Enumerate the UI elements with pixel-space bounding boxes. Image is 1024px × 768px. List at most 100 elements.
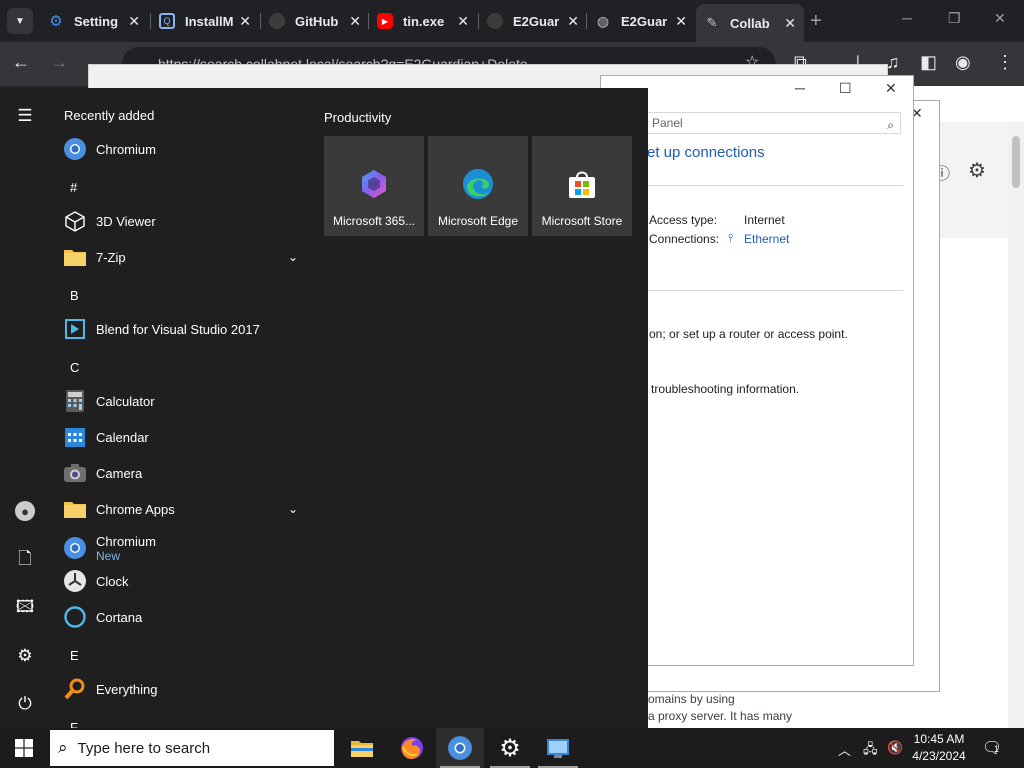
setup-connections-link[interactable]: et up connections [647, 144, 765, 161]
notification-center-icon[interactable]: 🗨 [982, 738, 1002, 758]
pictures-icon[interactable]: 🖾 [14, 597, 36, 619]
side-panel-icon[interactable]: ◧ [920, 52, 937, 73]
taskbar-file-explorer[interactable] [338, 728, 386, 768]
app-7zip-folder[interactable]: 7-Zip ⌄ [62, 240, 302, 274]
start-menu-rail: ☰ ● 🗋 🖾 ⚙ ⏻ [0, 88, 50, 728]
youtube-icon: ▶ [377, 13, 393, 29]
github-icon [487, 13, 503, 29]
taskbar: ⌕ Type here to search ⚙ ︿ 🖧 🔇 10:45 AM 4… [0, 728, 1024, 768]
taskbar-clock[interactable]: 10:45 AM 4/23/2024 [906, 731, 972, 765]
app-clock[interactable]: Clock [62, 564, 302, 598]
camera-icon [62, 460, 88, 486]
gear-icon: ⚙ [49, 13, 63, 30]
tile-microsoft-store[interactable]: Microsoft Store [532, 136, 632, 236]
taskbar-search-box[interactable]: ⌕ Type here to search [50, 730, 334, 766]
profile-icon[interactable]: ◉ [955, 52, 971, 73]
tile-microsoft-365[interactable]: Microsoft 365... [324, 136, 424, 236]
close-icon[interactable]: ✕ [784, 15, 796, 32]
restore-button[interactable]: ❐ [948, 10, 961, 27]
tab-collab-active[interactable]: ✎ Collab ✕ [696, 4, 804, 42]
chevron-up-icon[interactable]: ︿ [838, 740, 851, 759]
close-icon[interactable]: ✕ [567, 13, 579, 30]
access-type-value: Internet [744, 213, 785, 227]
chromium-icon [62, 535, 88, 561]
maximize-button[interactable]: ☐ [839, 80, 852, 97]
app-everything[interactable]: Everything [62, 672, 302, 706]
new-tab-button[interactable]: + [810, 10, 822, 33]
m365-icon [356, 166, 392, 202]
tab-title: E2Guar [513, 13, 560, 29]
tab-installm[interactable]: Q InstallM ✕ [151, 6, 259, 36]
minimize-button[interactable]: ─ [795, 80, 805, 96]
app-calculator[interactable]: Calculator [62, 384, 302, 418]
taskbar-firefox[interactable] [388, 728, 436, 768]
folder-icon [62, 496, 88, 522]
browser-tab-strip: ▼ ⚙ Setting ✕ Q InstallM ✕ GitHub ✕ ▶ ti… [0, 0, 1024, 42]
tab-youtube[interactable]: ▶ tin.exe ✕ [369, 6, 477, 36]
close-icon[interactable]: ✕ [457, 13, 469, 30]
user-icon[interactable]: ● [14, 500, 36, 522]
gear-icon[interactable]: ⚙ [968, 158, 986, 183]
new-badge: New [96, 548, 121, 563]
menu-icon[interactable]: ⋮ [996, 52, 1014, 73]
tab-search-button[interactable]: ▼ [7, 8, 33, 34]
forward-button[interactable]: → [50, 52, 68, 73]
chromium-icon [62, 136, 88, 162]
section-letter[interactable]: C [70, 360, 79, 375]
close-icon[interactable]: ✕ [239, 13, 251, 30]
edge-icon [460, 166, 496, 202]
app-chromium-new[interactable]: Chromium New [62, 528, 302, 568]
section-letter[interactable]: B [70, 288, 79, 303]
app-chromium-recent[interactable]: Chromium [62, 132, 302, 166]
tab-settings[interactable]: ⚙ Setting ✕ [40, 6, 148, 36]
app-3d-viewer[interactable]: 3D Viewer [62, 204, 302, 238]
back-button[interactable]: ← [12, 52, 30, 73]
settings-icon[interactable]: ⚙ [14, 645, 36, 667]
app-cortana[interactable]: Cortana [62, 600, 302, 634]
window-close-button[interactable]: ✕ [994, 10, 1006, 27]
webpage-scrollbar[interactable] [1008, 122, 1024, 728]
start-button[interactable] [0, 728, 48, 768]
tile-microsoft-edge[interactable]: Microsoft Edge [428, 136, 528, 236]
taskbar-chromium[interactable] [436, 728, 484, 768]
access-type-label: Access type: [649, 213, 718, 227]
tab-github[interactable]: GitHub ✕ [261, 6, 369, 36]
control-panel-search[interactable]: Panel ⌕ [647, 112, 901, 134]
app-camera[interactable]: Camera [62, 456, 302, 490]
ethernet-link[interactable]: Ethernet [744, 232, 789, 246]
hamburger-menu-icon[interactable]: ☰ [14, 105, 36, 127]
section-letter[interactable]: F [70, 720, 78, 728]
search-icon: ⌕ [58, 738, 68, 757]
install-icon: Q [159, 13, 175, 29]
minimize-button[interactable]: ─ [902, 10, 912, 26]
app-calendar[interactable]: Calendar [62, 420, 302, 454]
app-chrome-apps-folder[interactable]: Chrome Apps ⌄ [62, 492, 302, 526]
close-icon[interactable]: ✕ [128, 13, 140, 30]
close-button[interactable]: ✕ [885, 80, 897, 97]
file-explorer-icon [351, 741, 373, 757]
app-blend[interactable]: Blend for Visual Studio 2017 [62, 312, 302, 346]
close-icon[interactable]: ✕ [349, 13, 361, 30]
power-icon[interactable]: ⏻ [14, 693, 36, 715]
section-letter[interactable]: E [70, 648, 79, 663]
section-letter[interactable]: # [70, 180, 77, 195]
taskbar-settings[interactable]: ⚙ [486, 728, 534, 768]
tab-title: Setting [74, 13, 119, 29]
recently-added-heading: Recently added [64, 108, 155, 123]
taskbar-control-panel[interactable] [534, 728, 582, 768]
troubleshoot-description: troubleshooting information. [651, 382, 800, 396]
media-icon[interactable]: ♫ [886, 52, 900, 73]
volume-muted-icon[interactable]: 🔇 [887, 740, 903, 756]
tab-e2guardian-site[interactable]: ◍ E2Guar ✕ [587, 6, 695, 36]
github-icon [269, 13, 285, 29]
network-icon[interactable]: 🖧 [863, 740, 878, 762]
blend-icon [62, 316, 88, 342]
clock-icon [62, 568, 88, 594]
start-menu: ☰ ● 🗋 🖾 ⚙ ⏻ Recently added Chromium # 3D… [0, 88, 648, 728]
firefox-icon [401, 737, 423, 759]
documents-icon[interactable]: 🗋 [14, 549, 36, 571]
close-icon[interactable]: ✕ [675, 13, 687, 30]
tab-title: InstallM [185, 13, 234, 29]
chevron-down-icon: ⌄ [287, 250, 298, 264]
tab-e2guardian-github[interactable]: E2Guar ✕ [479, 6, 587, 36]
